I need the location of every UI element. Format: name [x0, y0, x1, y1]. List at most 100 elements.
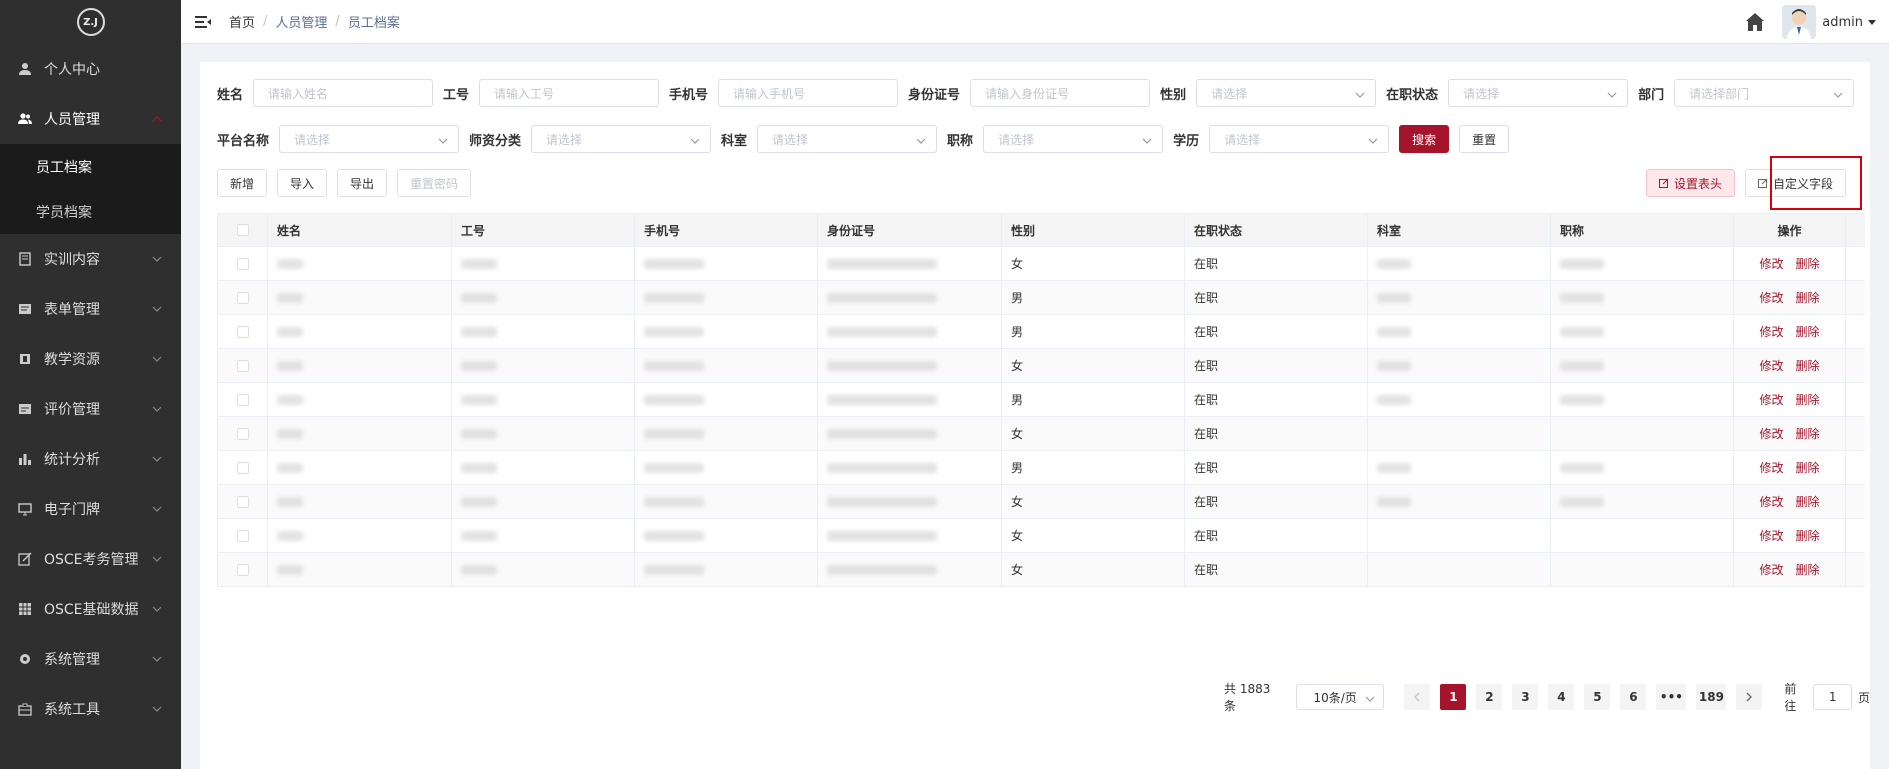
column-header[interactable]: 性别: [1002, 214, 1185, 246]
sidebar-item-door-sign[interactable]: 电子门牌: [0, 484, 181, 534]
sidebar-item-personnel[interactable]: 人员管理: [0, 94, 181, 144]
export-button[interactable]: 导出: [337, 169, 388, 197]
table-row[interactable]: 男在职 修改 删除: [218, 281, 1865, 315]
delete-link[interactable]: 删除: [1796, 561, 1820, 578]
reset-button[interactable]: 重置: [1459, 125, 1510, 153]
row-checkbox[interactable]: [236, 495, 249, 508]
sidebar-item-osce-basic-data[interactable]: OSCE基础数据: [0, 584, 181, 634]
delete-link[interactable]: 删除: [1796, 459, 1820, 476]
edit-link[interactable]: 修改: [1759, 527, 1783, 544]
delete-link[interactable]: 删除: [1796, 323, 1820, 340]
table-row[interactable]: 男在职 修改 删除: [218, 451, 1865, 485]
sidebar-item-training[interactable]: 实训内容: [0, 234, 181, 284]
row-checkbox[interactable]: [236, 359, 249, 372]
row-checkbox[interactable]: [236, 291, 249, 304]
column-header[interactable]: 科室: [1368, 214, 1551, 246]
id-card-input[interactable]: 请输入身份证号: [970, 79, 1151, 107]
sidebar-item-evaluation[interactable]: 评价管理: [0, 384, 181, 434]
delete-link[interactable]: 删除: [1796, 527, 1820, 544]
page-button[interactable]: 5: [1584, 684, 1611, 710]
set-header-button[interactable]: 设置表头: [1645, 169, 1735, 197]
faculty-category-select[interactable]: 请选择: [531, 125, 712, 153]
edit-link[interactable]: 修改: [1759, 289, 1783, 306]
sidebar-item-system-management[interactable]: 系统管理: [0, 634, 181, 684]
column-header[interactable]: 姓名: [268, 214, 452, 246]
delete-link[interactable]: 删除: [1796, 425, 1820, 442]
employment-status-select[interactable]: 请选择: [1448, 79, 1629, 107]
department-office-select[interactable]: 请选择: [757, 125, 938, 153]
edit-link[interactable]: 修改: [1759, 255, 1783, 272]
page-button[interactable]: 4: [1548, 684, 1575, 710]
delete-link[interactable]: 删除: [1796, 357, 1820, 374]
username[interactable]: admin: [1822, 15, 1863, 30]
table-row[interactable]: 男在职 修改 删除: [218, 383, 1865, 417]
page-button[interactable]: 6: [1620, 684, 1647, 710]
job-title-select[interactable]: 请选择: [983, 125, 1164, 153]
column-header[interactable]: 工号: [452, 214, 635, 246]
table-row[interactable]: 女在职 修改 删除: [218, 519, 1865, 553]
table-row[interactable]: 女在职 修改 删除: [218, 553, 1865, 587]
page-button[interactable]: 1: [1440, 684, 1467, 710]
menu-toggle-icon[interactable]: [195, 15, 211, 29]
column-header[interactable]: 在职状态: [1185, 214, 1368, 246]
page-size-select[interactable]: 10条/页: [1296, 684, 1385, 710]
page-button[interactable]: 189: [1696, 684, 1727, 710]
edit-link[interactable]: 修改: [1759, 391, 1783, 408]
gender-select[interactable]: 请选择: [1196, 79, 1377, 107]
select-all-checkbox[interactable]: [236, 224, 249, 236]
phone-input[interactable]: 请输入手机号: [718, 79, 899, 107]
edit-link[interactable]: 修改: [1759, 493, 1783, 510]
row-checkbox[interactable]: [236, 461, 249, 474]
edit-link[interactable]: 修改: [1759, 357, 1783, 374]
avatar[interactable]: [1782, 5, 1817, 39]
goto-page-input[interactable]: 1: [1813, 684, 1852, 710]
reset-password-button[interactable]: 重置密码: [397, 169, 472, 197]
education-select[interactable]: 请选择: [1209, 125, 1390, 153]
employee-id-input[interactable]: 请输入工号: [479, 79, 660, 107]
column-header[interactable]: 身份证号: [818, 214, 1002, 246]
import-button[interactable]: 导入: [277, 169, 328, 197]
table-row[interactable]: 女在职 修改 删除: [218, 485, 1865, 519]
page-button[interactable]: 2: [1476, 684, 1503, 710]
table-row[interactable]: 男在职 修改 删除: [218, 315, 1865, 349]
table-row[interactable]: 女在职 修改 删除: [218, 349, 1865, 383]
delete-link[interactable]: 删除: [1796, 255, 1820, 272]
delete-link[interactable]: 删除: [1796, 289, 1820, 306]
column-header[interactable]: 手机号: [635, 214, 818, 246]
sidebar-item-osce-exam[interactable]: OSCE考务管理: [0, 534, 181, 584]
page-button[interactable]: 3: [1512, 684, 1539, 710]
delete-link[interactable]: 删除: [1796, 493, 1820, 510]
sidebar-item-statistics[interactable]: 统计分析: [0, 434, 181, 484]
sidebar-item-system-tools[interactable]: 系统工具: [0, 684, 181, 734]
table-row[interactable]: 女在职 修改 删除: [218, 247, 1865, 281]
add-button[interactable]: 新增: [217, 169, 268, 197]
sidebar-item-forms[interactable]: 表单管理: [0, 284, 181, 334]
edit-link[interactable]: 修改: [1759, 459, 1783, 476]
row-checkbox[interactable]: [236, 257, 249, 270]
row-checkbox[interactable]: [236, 529, 249, 542]
sidebar-subitem-student-records[interactable]: 学员档案: [0, 189, 181, 234]
row-checkbox[interactable]: [236, 563, 249, 576]
column-header[interactable]: 职称: [1551, 214, 1734, 246]
edit-link[interactable]: 修改: [1759, 561, 1783, 578]
table-row[interactable]: 女在职 修改 删除: [218, 417, 1865, 451]
breadcrumb-home[interactable]: 首页: [229, 12, 255, 31]
sidebar-item-personal-center[interactable]: 个人中心: [0, 44, 181, 94]
breadcrumb-personnel[interactable]: 人员管理: [275, 12, 327, 31]
next-page-button[interactable]: [1736, 684, 1763, 710]
delete-link[interactable]: 删除: [1796, 391, 1820, 408]
row-checkbox[interactable]: [236, 325, 249, 338]
search-button[interactable]: 搜索: [1399, 125, 1450, 153]
edit-link[interactable]: 修改: [1759, 323, 1783, 340]
sidebar-item-teaching-resources[interactable]: 教学资源: [0, 334, 181, 384]
row-checkbox[interactable]: [236, 393, 249, 406]
department-select[interactable]: 请选择部门: [1674, 79, 1855, 107]
edit-link[interactable]: 修改: [1759, 425, 1783, 442]
caret-down-icon[interactable]: [1867, 17, 1877, 27]
page-button[interactable]: •••: [1656, 684, 1687, 710]
row-checkbox[interactable]: [236, 427, 249, 440]
home-icon[interactable]: [1744, 11, 1766, 33]
name-input[interactable]: 请输入姓名: [253, 79, 434, 107]
prev-page-button[interactable]: [1404, 684, 1431, 710]
sidebar-subitem-staff-records[interactable]: 员工档案: [0, 144, 181, 189]
